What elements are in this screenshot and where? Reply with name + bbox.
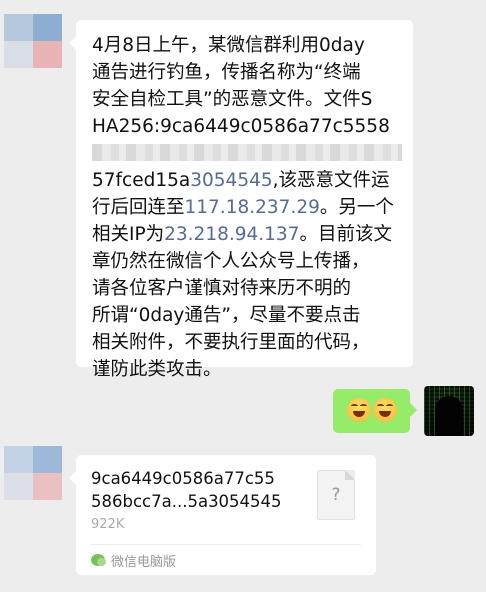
message-line: 相关IP为23.218.94.137。目前该文	[92, 221, 400, 248]
message-line: 57fced15a3054545,该恶意文件运	[92, 167, 400, 194]
my-avatar[interactable]	[424, 386, 474, 436]
message-link[interactable]: 3054545	[190, 170, 272, 191]
incoming-message-bubble[interactable]: 4月8日上午，某微信群利用0day 通告进行钓鱼，传播名称为“终端 安全自检工具”的…	[69, 20, 413, 380]
message-text-segment: 所谓“0day通告”，尽量不要点击	[92, 305, 361, 326]
redacted-hash-segment	[92, 144, 402, 161]
grin-emoji	[347, 398, 371, 422]
message-line: 请各位客户谨慎对待来历不明的	[92, 275, 400, 302]
sender-avatar[interactable]	[4, 14, 62, 68]
divider	[91, 544, 361, 545]
message-text-segment: 通告进行钓鱼，传播名称为“终端	[92, 62, 361, 83]
message-text-segment: 请各位客户谨慎对待来历不明的	[92, 278, 352, 299]
message-text-segment: 57fced15a	[92, 170, 191, 191]
file-size: 922K	[91, 517, 125, 532]
message-text: 4月8日上午，某微信群利用0day 通告进行钓鱼，传播名称为“终端 安全自检工具”的…	[92, 32, 402, 383]
message-line: HA256:9ca6449c0586a77c5558	[92, 113, 400, 140]
source-label: 微信电脑版	[111, 554, 177, 570]
wechat-icon	[91, 554, 106, 566]
message-text-segment: 。另一个	[319, 197, 394, 218]
outgoing-message-bubble[interactable]	[333, 389, 417, 433]
message-line: 安全自检工具”的恶意文件。文件S	[92, 86, 400, 113]
message-text-segment: 谨防此类攻击。	[92, 359, 222, 380]
sender-avatar[interactable]	[4, 446, 62, 500]
message-line: 所谓“0day通告”，尽量不要点击	[92, 302, 400, 329]
message-line: 谨防此类攻击。	[92, 356, 400, 383]
message-text-segment: HA256:9ca6449c0586a77c5558	[92, 116, 390, 137]
unknown-file-icon: ?	[317, 470, 355, 520]
message-text-segment: 4月8日上午，某微信群利用0day	[92, 35, 365, 56]
file-message-card[interactable]: 9ca6449c0586a77c55 586bcc7a...5a3054545 …	[69, 455, 376, 575]
message-line: 4月8日上午，某微信群利用0day	[92, 32, 400, 59]
message-text-segment: 行后回连至	[92, 197, 185, 218]
message-line: 章仍然在微信个人公众号上传播，	[92, 248, 400, 275]
file-source: 微信电脑版	[91, 551, 177, 570]
message-text-segment: 安全自检工具”的恶意文件。文件S	[92, 89, 373, 110]
message-link[interactable]: 23.218.94.137	[164, 224, 299, 245]
message-text-segment: 。目前该文	[299, 224, 392, 245]
message-line: 相关附件，不要执行里面的代码，	[92, 329, 400, 356]
message-link[interactable]: 117.18.237.29	[185, 197, 320, 218]
message-text-segment: 相关IP为	[92, 224, 165, 245]
grin-emoji	[373, 398, 397, 422]
message-text-segment: ,该恶意文件运	[272, 170, 390, 191]
file-name: 9ca6449c0586a77c55 586bcc7a...5a3054545	[91, 469, 282, 511]
message-line: 行后回连至117.18.237.29。另一个	[92, 194, 400, 221]
message-line: 通告进行钓鱼，传播名称为“终端	[92, 59, 400, 86]
message-text-segment: 相关附件，不要执行里面的代码，	[92, 332, 370, 353]
message-text-segment: 章仍然在微信个人公众号上传播，	[92, 251, 370, 272]
